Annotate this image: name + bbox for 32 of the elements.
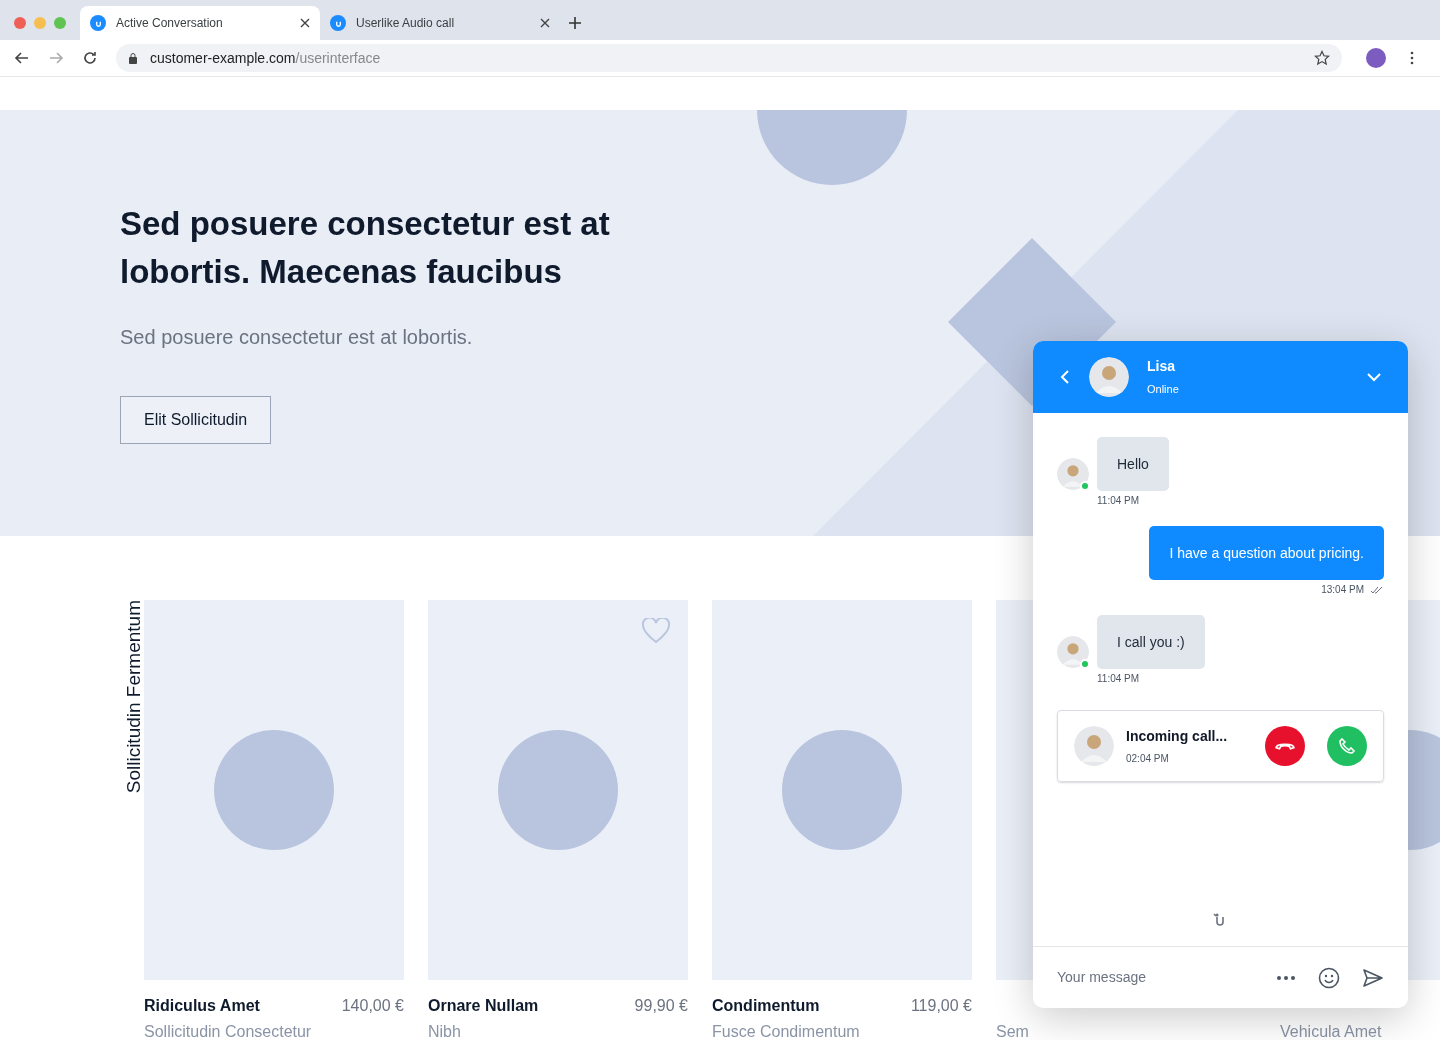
message-input[interactable]: Your message (1057, 967, 1254, 988)
product-subtitle: Sollicitudin Consectetur (144, 1022, 313, 1040)
message-time: 13:04 PM (1321, 583, 1364, 597)
product-subtitle: Nibh (428, 1022, 462, 1040)
section-label: Sollicitudin Fermentum (122, 600, 145, 794)
message-time: 11:04 PM (1097, 672, 1141, 686)
call-title: Incoming call... (1126, 727, 1229, 746)
tab-title: Userlike Audio call (356, 15, 456, 32)
product-name: Ridiculus Amet (144, 996, 260, 1014)
browser-tab[interactable]: Userlike Audio call (320, 6, 560, 40)
product-price: 119,00 € (910, 996, 972, 1014)
product-price: 99,90 € (634, 996, 688, 1014)
browser-tab[interactable]: Active Conversation (80, 6, 320, 40)
message-bubble: I call you :) (1097, 615, 1205, 669)
product-name: Ornare Nullam (428, 996, 539, 1014)
product-subtitle: Sem (996, 1022, 1030, 1040)
tab-title: Active Conversation (116, 15, 224, 32)
call-time: 02:04 PM (1126, 752, 1170, 766)
product-subtitle: Fusce Condimentum (712, 1022, 861, 1040)
product-price: 140,00 € (341, 996, 404, 1014)
agent-name: Lisa (1147, 357, 1176, 377)
message-bubble: I have a question about pricing. (1149, 526, 1384, 580)
cta-button[interactable]: Elit Sollicitudin (120, 396, 272, 444)
message-bubble: Hello (1097, 437, 1169, 491)
agent-status: Online (1147, 382, 1180, 398)
url-text: customer-example.com/userinterface (150, 48, 382, 68)
product-subtitle: Vehicula Amet (1280, 1022, 1383, 1040)
address-bar[interactable]: customer-example.com/userinterface (116, 44, 1342, 72)
product-name: Condimentum (712, 996, 820, 1014)
message-time: 11:04 PM (1097, 494, 1141, 508)
hero-heading: Sed posuere consectetur est at lobortis. Maecenas faucibus (120, 204, 611, 292)
hero-subtitle: Sed posuere consectetur est at lobortis. (120, 325, 473, 350)
